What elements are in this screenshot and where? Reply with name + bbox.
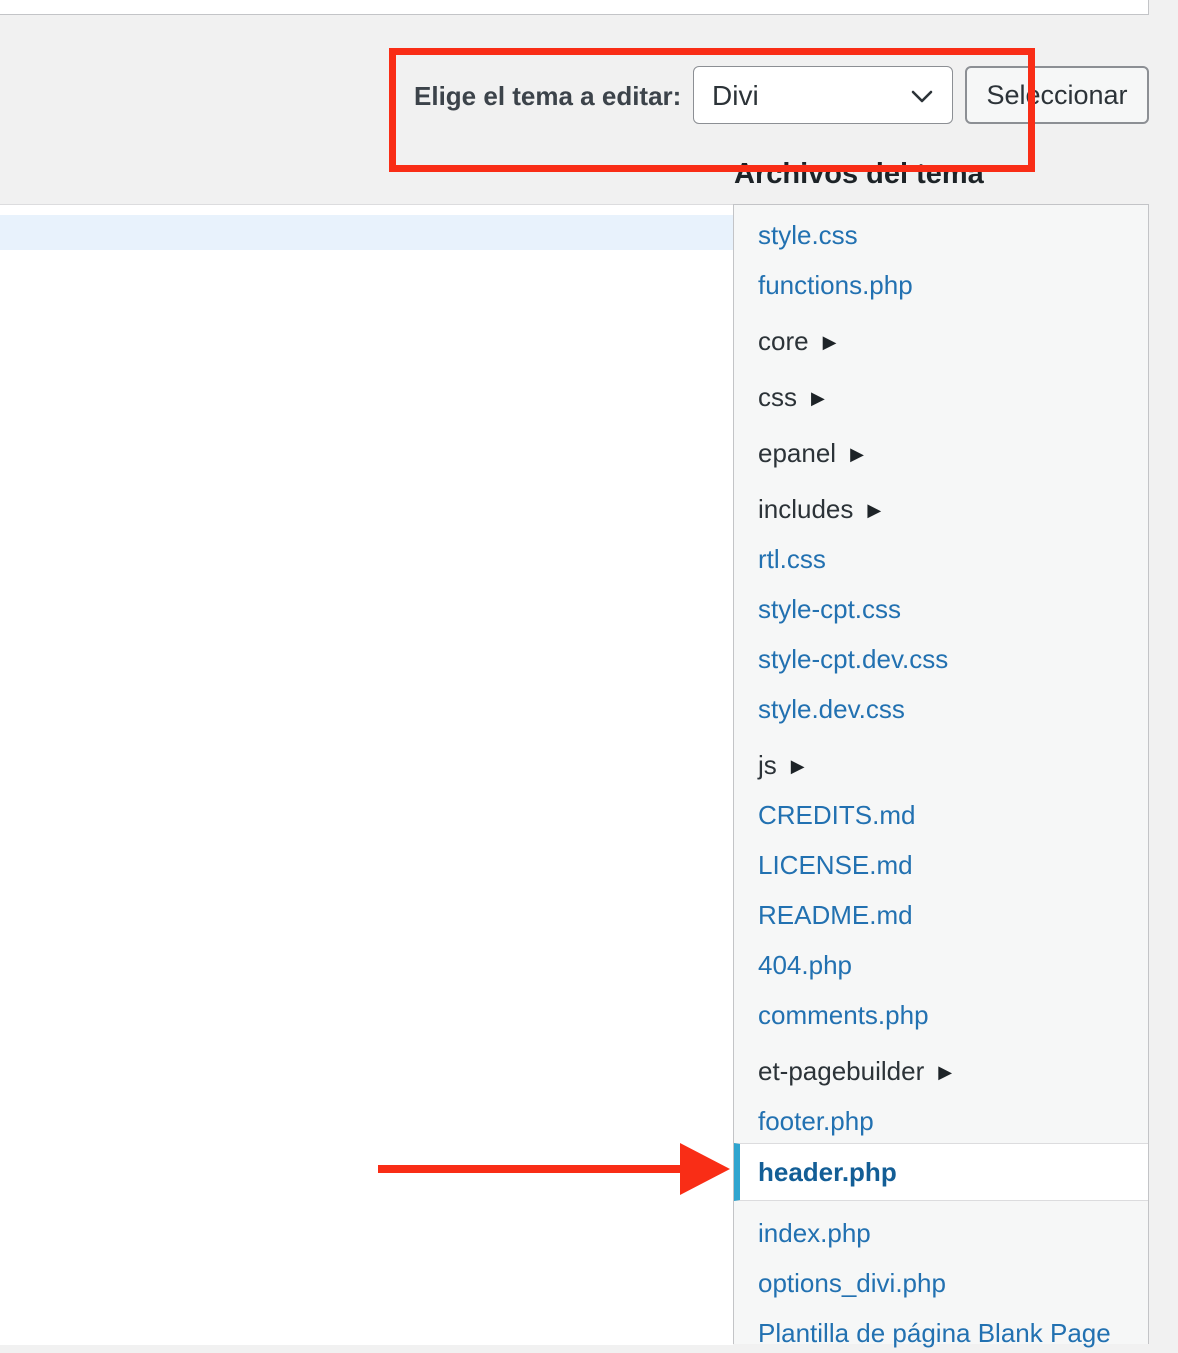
file-link[interactable]: options_divi.php	[758, 1268, 946, 1298]
file-functions-php[interactable]: functions.php	[734, 265, 1148, 305]
file-link[interactable]: README.md	[758, 900, 913, 930]
folder-label: epanel	[758, 438, 837, 468]
theme-files-heading: Archivos del tema	[734, 158, 984, 190]
folder-includes[interactable]: includes ▶	[734, 487, 1148, 531]
file-link-selected[interactable]: header.php	[758, 1157, 897, 1187]
file-style-dev-css[interactable]: style.dev.css	[734, 689, 1148, 729]
chevron-down-icon	[911, 90, 933, 103]
file-style-css[interactable]: style.css	[734, 215, 1148, 255]
file-link[interactable]: style.css	[758, 220, 858, 250]
folder-label: css	[758, 382, 797, 412]
folder-js[interactable]: js ▶	[734, 743, 1148, 787]
file-comments-php[interactable]: comments.php	[734, 995, 1148, 1035]
top-panel	[0, 0, 1149, 15]
select-theme-button[interactable]: Seleccionar	[965, 66, 1149, 124]
file-link[interactable]: LICENSE.md	[758, 850, 913, 880]
file-link[interactable]: 404.php	[758, 950, 852, 980]
file-link[interactable]: footer.php	[758, 1106, 874, 1136]
folder-label: includes	[758, 494, 854, 524]
file-link[interactable]: rtl.css	[758, 544, 826, 574]
caret-right-icon[interactable]: ▶	[791, 744, 805, 788]
folder-epanel[interactable]: epanel ▶	[734, 431, 1148, 475]
folder-et-pagebuilder[interactable]: et-pagebuilder ▶	[734, 1049, 1148, 1093]
folder-core[interactable]: core ▶	[734, 319, 1148, 363]
file-link[interactable]: functions.php	[758, 270, 913, 300]
folder-label: core	[758, 326, 809, 356]
file-link[interactable]: style.dev.css	[758, 694, 905, 724]
file-index-php[interactable]: index.php	[734, 1213, 1148, 1253]
file-options-divi-php[interactable]: options_divi.php	[734, 1263, 1148, 1303]
file-link[interactable]: CREDITS.md	[758, 800, 915, 830]
caret-right-icon[interactable]: ▶	[867, 488, 881, 532]
file-rtl-css[interactable]: rtl.css	[734, 539, 1148, 579]
file-header-php[interactable]: header.php	[734, 1143, 1148, 1201]
file-link[interactable]: Plantilla de página Blank Page	[758, 1318, 1111, 1348]
file-link[interactable]: comments.php	[758, 1000, 929, 1030]
file-link[interactable]: index.php	[758, 1218, 871, 1248]
caret-right-icon[interactable]: ▶	[823, 320, 837, 364]
file-footer-php[interactable]: footer.php	[734, 1101, 1148, 1141]
file-license-md[interactable]: LICENSE.md	[734, 845, 1148, 885]
file-blank-page-template[interactable]: Plantilla de página Blank Page	[734, 1313, 1148, 1353]
file-link[interactable]: style-cpt.css	[758, 594, 901, 624]
folder-css[interactable]: css ▶	[734, 375, 1148, 419]
folder-label: et-pagebuilder	[758, 1056, 925, 1086]
file-link[interactable]: style-cpt.dev.css	[758, 644, 948, 674]
file-style-cpt-css[interactable]: style-cpt.css	[734, 589, 1148, 629]
caret-right-icon[interactable]: ▶	[850, 432, 864, 476]
theme-select[interactable]: Divi	[693, 66, 953, 124]
file-404-php[interactable]: 404.php	[734, 945, 1148, 985]
caret-right-icon[interactable]: ▶	[811, 376, 825, 420]
theme-select-value: Divi	[712, 80, 759, 111]
caret-right-icon[interactable]: ▶	[938, 1050, 952, 1094]
theme-file-tree: style.css functions.php core ▶ css ▶ epane…	[733, 204, 1149, 1348]
folder-label: js	[758, 750, 777, 780]
editor-active-line	[0, 215, 733, 250]
arrow-right-icon	[378, 1143, 730, 1195]
file-readme-md[interactable]: README.md	[734, 895, 1148, 935]
theme-select-label: Elige el tema a editar:	[414, 81, 682, 111]
file-style-cpt-dev-css[interactable]: style-cpt.dev.css	[734, 639, 1148, 679]
file-credits-md[interactable]: CREDITS.md	[734, 795, 1148, 835]
